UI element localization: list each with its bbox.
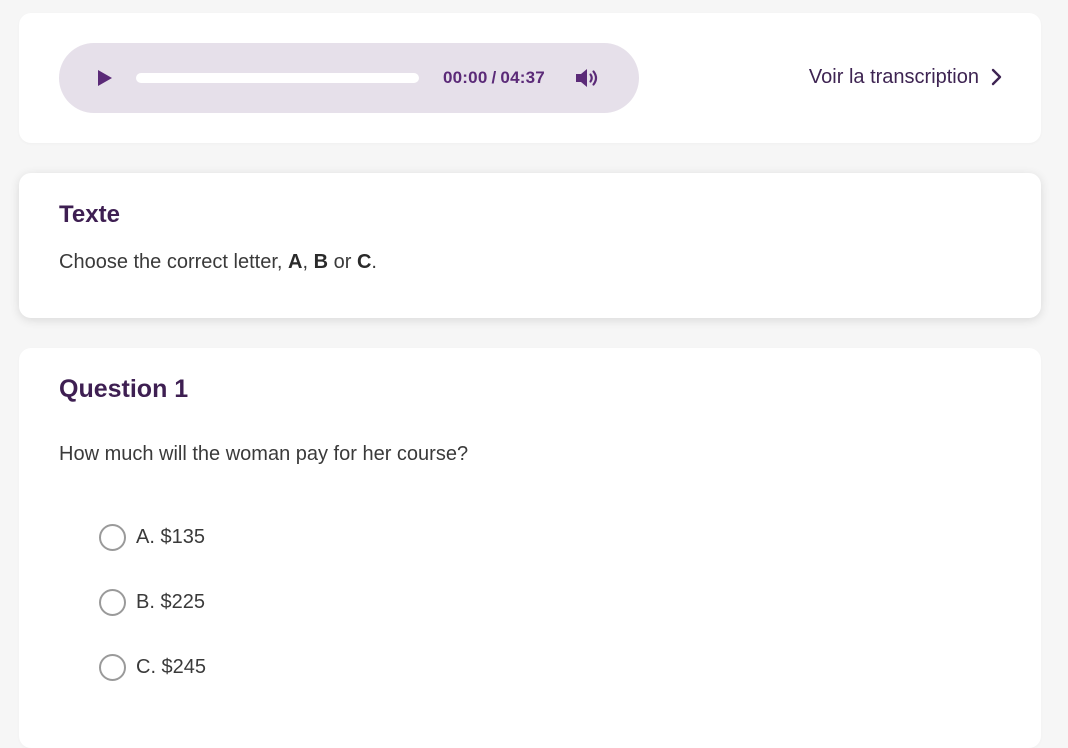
instructions-card: Texte Choose the correct letter, A, B or…	[19, 173, 1041, 318]
texte-heading: Texte	[59, 201, 120, 228]
instruction-text: Choose the correct letter, A, B or C.	[59, 249, 377, 275]
view-transcript-label: Voir la transcription	[808, 66, 979, 88]
instruction-comma: ,	[302, 251, 314, 273]
audio-progress-bar[interactable]	[136, 73, 419, 83]
view-transcript-link[interactable]: Voir la transcription	[809, 64, 1003, 90]
question-prompt: How much will the woman pay for her cour…	[59, 443, 469, 465]
radio-button[interactable]	[99, 653, 126, 681]
duration: 04:37	[500, 68, 545, 87]
audio-card: 00:00/04:37 Voir la transcription	[19, 13, 1041, 143]
radio-button[interactable]	[99, 523, 126, 551]
radio-button[interactable]	[99, 588, 126, 616]
answer-option-b[interactable]: B. $225	[99, 587, 205, 617]
play-button[interactable]	[93, 67, 115, 89]
instruction-period: .	[371, 251, 377, 273]
time-separator: /	[491, 68, 497, 87]
instruction-prefix: Choose the correct letter,	[59, 251, 289, 273]
answer-option-a[interactable]: A. $135	[99, 522, 205, 552]
answer-option-label: C. $245	[136, 656, 207, 678]
play-icon	[98, 70, 112, 86]
audio-player: 00:00/04:37	[59, 43, 639, 113]
volume-icon	[576, 69, 598, 87]
instruction-or: or	[328, 251, 357, 273]
audio-time-display: 00:00/04:37	[443, 67, 545, 89]
letter-a: A	[288, 251, 303, 273]
letter-c: C	[356, 251, 372, 273]
letter-b: B	[313, 251, 329, 273]
question-card: Question 1 How much will the woman pay f…	[19, 348, 1041, 748]
answer-option-label: B. $225	[136, 591, 205, 613]
answer-option-label: A. $135	[136, 526, 205, 548]
chevron-right-icon	[991, 68, 1002, 86]
answer-option-c[interactable]: C. $245	[99, 652, 206, 682]
question-heading: Question 1	[59, 375, 189, 403]
current-time: 00:00	[443, 68, 488, 87]
volume-button[interactable]	[573, 65, 601, 91]
